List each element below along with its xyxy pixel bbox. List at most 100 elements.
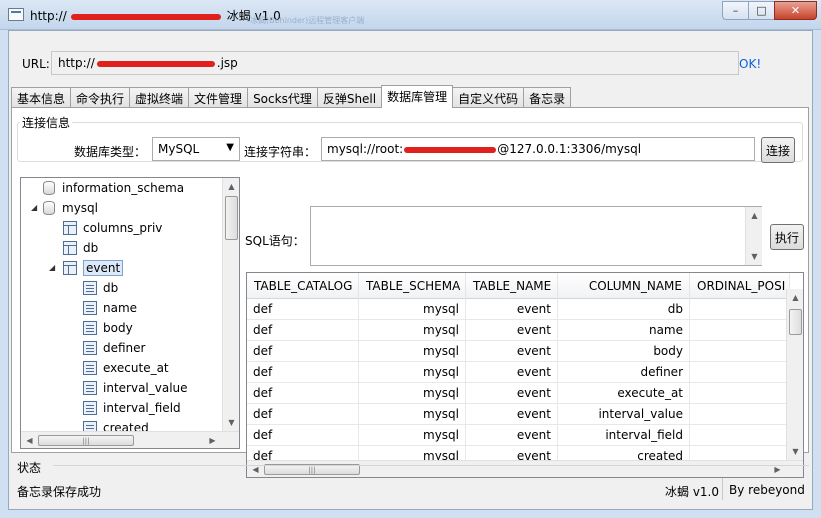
connect-button[interactable]: 连接 xyxy=(761,137,795,163)
scrollbar-thumb[interactable]: ||| xyxy=(38,435,134,446)
scroll-left-arrow-icon[interactable]: ◀ xyxy=(21,432,38,448)
close-button[interactable]: ✕ xyxy=(774,1,817,20)
cell xyxy=(690,383,790,404)
tab-memo[interactable]: 备忘录 xyxy=(523,87,572,108)
scroll-right-arrow-icon[interactable]: ▶ xyxy=(769,461,786,477)
column-header[interactable]: ORDINAL_POSI xyxy=(690,273,790,299)
column-icon xyxy=(83,301,97,315)
cell: def xyxy=(247,362,359,383)
title-ghost-text: 冰蝎(Behinder)远程管理客户端 xyxy=(250,16,365,25)
tree-item-column[interactable]: body xyxy=(83,318,133,338)
execute-button[interactable]: 执行 xyxy=(770,224,804,250)
scrollbar-thumb[interactable] xyxy=(789,309,802,335)
cell xyxy=(690,320,790,341)
url-input[interactable]: http:// .jsp xyxy=(51,51,739,75)
cell: interval_field xyxy=(558,425,690,446)
redaction-mark xyxy=(96,60,215,67)
tree-item-column[interactable]: db xyxy=(83,278,118,298)
sql-label: SQL语句： xyxy=(245,234,305,248)
tree-vertical-scrollbar[interactable]: ▲ ▼ xyxy=(222,178,239,431)
maximize-button[interactable]: □ xyxy=(748,1,775,20)
table-row[interactable]: def mysql event interval_field xyxy=(247,425,790,446)
tree-item-label: information_schema xyxy=(62,181,185,195)
sql-textarea[interactable]: ▲ ▼ xyxy=(310,206,762,266)
column-header[interactable]: COLUMN_NAME xyxy=(558,273,690,299)
scroll-down-arrow-icon[interactable]: ▼ xyxy=(746,248,763,265)
tree-item-label: execute_at xyxy=(103,361,169,375)
tab-socks[interactable]: Socks代理 xyxy=(247,87,318,108)
tree-item-db[interactable]: mysql xyxy=(43,198,98,218)
conn-string-input[interactable]: mysql://root: @127.0.0.1:3306/mysql xyxy=(321,137,755,161)
table-row[interactable]: def mysql event db xyxy=(247,299,790,320)
ok-link[interactable]: OK! xyxy=(739,57,761,71)
scroll-up-arrow-icon[interactable]: ▲ xyxy=(746,207,763,224)
window-title-prefix: http:// xyxy=(30,9,67,23)
tab-terminal[interactable]: 虚拟终端 xyxy=(129,87,190,108)
tree-horizontal-scrollbar[interactable]: ◀ ||| ▶ xyxy=(21,431,239,448)
scroll-down-arrow-icon[interactable]: ▼ xyxy=(223,414,239,431)
tree-item-label: name xyxy=(103,301,138,315)
cell xyxy=(690,362,790,383)
column-icon xyxy=(83,381,97,395)
tree-item-column[interactable]: interval_value xyxy=(83,378,188,398)
tree-item-column[interactable]: definer xyxy=(83,338,145,358)
scroll-up-arrow-icon[interactable]: ▲ xyxy=(223,178,239,195)
redaction-mark xyxy=(404,146,497,153)
column-header[interactable]: TABLE_NAME xyxy=(466,273,558,299)
scrollbar-thumb[interactable] xyxy=(225,196,238,240)
url-suffix: .jsp xyxy=(216,56,238,70)
tab-files[interactable]: 文件管理 xyxy=(188,87,249,108)
collapse-arrow-icon[interactable]: ◢ xyxy=(31,203,37,212)
scroll-left-arrow-icon[interactable]: ◀ xyxy=(247,461,264,477)
client-area: URL: http:// .jsp OK! 基本信息 命令执行 虚拟终端 文件管理… xyxy=(8,30,813,510)
tree-item-db[interactable]: information_schema xyxy=(43,178,184,198)
cell: def xyxy=(247,383,359,404)
tree-item-column[interactable]: interval_field xyxy=(83,398,181,418)
tree-item-column[interactable]: execute_at xyxy=(83,358,169,378)
tree-item-label: body xyxy=(103,321,133,335)
tree-item-label: db xyxy=(83,241,99,255)
chevron-down-icon: ▼ xyxy=(226,142,234,153)
table-row[interactable]: def mysql event name xyxy=(247,320,790,341)
grid-vertical-scrollbar[interactable]: ▲ ▼ xyxy=(786,289,803,460)
schema-tree[interactable]: information_schema ◢ mysql columns_priv … xyxy=(20,177,240,449)
db-type-select[interactable]: MySQL ▼ xyxy=(152,137,240,161)
collapse-arrow-icon[interactable]: ◢ xyxy=(49,263,55,272)
tree-item-label: interval_field xyxy=(103,401,181,415)
table-row[interactable]: def mysql event interval_value xyxy=(247,404,790,425)
cell: mysql xyxy=(359,299,466,320)
title-bar: http://冰蝎 v1.0 冰蝎(Behinder)远程管理客户端 – □ ✕ xyxy=(0,0,821,30)
cell: mysql xyxy=(359,383,466,404)
table-row[interactable]: def mysql event execute_at xyxy=(247,383,790,404)
tab-reverse-shell[interactable]: 反弹Shell xyxy=(316,87,383,108)
tab-command[interactable]: 命令执行 xyxy=(70,87,131,108)
tab-basic-info[interactable]: 基本信息 xyxy=(11,87,72,108)
tree-item-column[interactable]: name xyxy=(83,298,137,318)
tree-item-table-selected[interactable]: event xyxy=(63,258,124,278)
table-row[interactable]: def mysql event definer xyxy=(247,362,790,383)
tree-item-table[interactable]: columns_priv xyxy=(63,218,162,238)
column-header[interactable]: TABLE_SCHEMA xyxy=(359,273,466,299)
tree-item-label: columns_priv xyxy=(83,221,163,235)
column-icon xyxy=(83,401,97,415)
cell: event xyxy=(466,299,558,320)
result-grid[interactable]: TABLE_CATALOG TABLE_SCHEMA TABLE_NAME CO… xyxy=(246,272,804,478)
scroll-right-arrow-icon[interactable]: ▶ xyxy=(204,432,221,448)
column-header[interactable]: TABLE_CATALOG xyxy=(247,273,359,299)
table-icon xyxy=(63,261,77,275)
table-row[interactable]: def mysql event body xyxy=(247,341,790,362)
cell: def xyxy=(247,320,359,341)
scroll-up-arrow-icon[interactable]: ▲ xyxy=(787,289,803,306)
tab-database[interactable]: 数据库管理 xyxy=(381,85,454,108)
column-icon xyxy=(83,361,97,375)
cell: event xyxy=(466,425,558,446)
minimize-button[interactable]: – xyxy=(722,1,749,20)
grid-horizontal-scrollbar[interactable]: ◀ ||| ▶ xyxy=(247,460,803,477)
tab-custom-code[interactable]: 自定义代码 xyxy=(452,87,525,108)
scroll-down-arrow-icon[interactable]: ▼ xyxy=(787,443,803,460)
column-icon xyxy=(83,321,97,335)
sql-vertical-scrollbar[interactable]: ▲ ▼ xyxy=(745,207,762,265)
cell: name xyxy=(558,320,690,341)
tree-item-table[interactable]: db xyxy=(63,238,98,258)
cell: definer xyxy=(558,362,690,383)
